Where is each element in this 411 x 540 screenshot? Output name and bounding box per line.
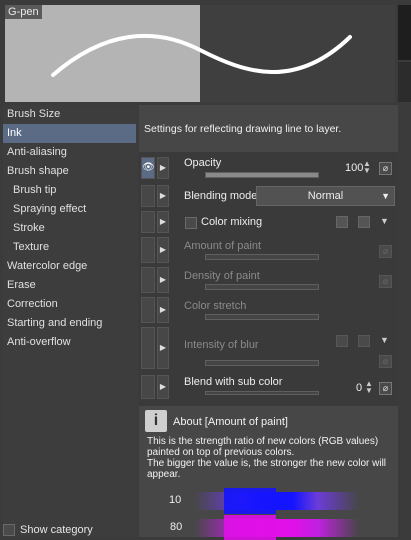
expand-icon[interactable]: ▶ — [157, 327, 169, 369]
toggle-slot[interactable] — [141, 327, 155, 369]
category-item[interactable]: Erase — [3, 276, 138, 295]
blending-mode-row: ▶ Blending mode Normal ▼ — [139, 185, 398, 209]
category-item[interactable]: Spraying effect — [3, 200, 138, 219]
color-stretch-row: ▶ Color stretch — [139, 297, 398, 325]
toggle-slot[interactable] — [141, 185, 155, 207]
category-item[interactable]: Brush Size — [3, 105, 138, 124]
chevron-down-icon[interactable]: ▼ — [380, 217, 389, 226]
expand-icon[interactable]: ▶ — [157, 297, 169, 323]
about-title: About [Amount of paint] — [173, 416, 288, 428]
expand-icon[interactable]: ▶ — [157, 237, 169, 263]
blend-spinner[interactable]: ▲ ▼ — [365, 380, 373, 395]
density-of-paint-label: Density of paint — [184, 270, 260, 282]
about-box: i About [Amount of paint] This is the st… — [139, 406, 398, 540]
blending-mode-label: Blending mode — [184, 190, 258, 202]
blending-mode-value: Normal — [307, 190, 344, 202]
category-list: Brush Size Ink Anti-aliasing Brush shape Bru… — [3, 105, 138, 537]
example-stroke — [194, 519, 359, 537]
example-new-color — [224, 515, 276, 540]
stroke-preview — [51, 34, 352, 77]
category-item[interactable]: Brush shape — [3, 162, 138, 181]
color-mixing-label: Color mixing — [201, 216, 263, 228]
blur-mode-icon[interactable] — [336, 335, 348, 347]
pressure-toggle-icon[interactable]: ⌀ — [379, 275, 392, 288]
example-value: 10 — [169, 494, 182, 506]
expand-icon[interactable]: ▶ — [157, 211, 169, 233]
category-item[interactable]: Correction — [3, 295, 138, 314]
blend-with-sub-color-row: ▶ Blend with sub color 0 ▲ ▼ ⌀ — [139, 373, 398, 401]
toggle-slot[interactable] — [141, 267, 155, 293]
expand-icon[interactable]: ▶ — [157, 375, 169, 399]
pressure-toggle-icon[interactable]: ⌀ — [379, 245, 392, 258]
blend-mode-icon[interactable] — [336, 216, 348, 228]
category-item[interactable]: Brush tip — [3, 181, 138, 200]
eye-icon[interactable]: 👁 — [141, 157, 155, 179]
show-category-checkbox[interactable] — [3, 524, 15, 536]
pressure-toggle-icon[interactable]: ⌀ — [379, 355, 392, 368]
intensity-of-blur-row: ▶ Intensity of blur ▼ ⌀ — [139, 327, 398, 371]
expand-icon[interactable]: ▶ — [157, 157, 169, 179]
pressure-toggle-icon[interactable]: ⌀ — [379, 162, 392, 175]
show-category-label: Show category — [20, 524, 93, 536]
opacity-row: 👁 ▶ Opacity 100 ▲ ▼ ⌀ — [139, 155, 398, 181]
amount-of-paint-slider[interactable] — [205, 254, 319, 260]
blend-with-sub-color-label: Blend with sub color — [184, 376, 283, 388]
brush-preview: G-pen — [5, 5, 395, 102]
density-of-paint-row: ▶ Density of paint ⌀ — [139, 267, 398, 295]
category-item[interactable]: Starting and ending — [3, 314, 138, 333]
blend-with-sub-color-slider[interactable] — [205, 391, 319, 395]
chevron-down-icon: ▼ — [381, 191, 390, 201]
category-item[interactable]: Texture — [3, 238, 138, 257]
amount-of-paint-row: ▶ Amount of paint ⌀ — [139, 237, 398, 265]
category-item[interactable]: Ink — [3, 124, 136, 143]
toggle-slot[interactable] — [141, 297, 155, 323]
color-stretch-label: Color stretch — [184, 300, 247, 312]
toggle-slot[interactable] — [141, 237, 155, 263]
category-item[interactable]: Stroke — [3, 219, 138, 238]
blending-mode-select[interactable]: Normal ▼ — [256, 186, 395, 206]
blend-with-sub-color-value[interactable]: 0 — [356, 382, 362, 394]
toggle-slot[interactable] — [141, 375, 155, 399]
show-category[interactable]: Show category — [3, 524, 93, 536]
opacity-value[interactable]: 100 — [345, 162, 363, 174]
intensity-of-blur-label: Intensity of blur — [184, 339, 259, 351]
panel-description: Settings for reflecting drawing line to … — [139, 105, 398, 152]
example-stroke — [194, 492, 359, 510]
chevron-down-icon[interactable]: ▼ — [380, 336, 389, 345]
side-strip-lower — [398, 62, 411, 102]
expand-icon[interactable]: ▶ — [157, 185, 169, 207]
category-item[interactable]: Anti-aliasing — [3, 143, 138, 162]
intensity-of-blur-slider[interactable] — [205, 360, 319, 366]
running-color-icon[interactable] — [358, 216, 370, 228]
expand-icon[interactable]: ▶ — [157, 267, 169, 293]
category-item[interactable]: Anti-overflow — [3, 333, 138, 352]
about-description: This is the strength ratio of new colors… — [147, 436, 387, 480]
info-icon: i — [145, 410, 167, 432]
toggle-slot[interactable] — [141, 211, 155, 233]
preview-title: G-pen — [5, 5, 42, 19]
color-mixing-row: ▶ Color mixing ▼ — [139, 211, 398, 235]
opacity-slider[interactable] — [205, 172, 319, 178]
amount-of-paint-label: Amount of paint — [184, 240, 262, 252]
side-strip — [398, 5, 411, 60]
category-item[interactable]: Watercolor edge — [3, 257, 138, 276]
settings-panel: Settings for reflecting drawing line to … — [139, 105, 398, 540]
opacity-label: Opacity — [184, 157, 222, 169]
pressure-toggle-icon[interactable]: ⌀ — [379, 382, 392, 395]
color-mixing-checkbox[interactable] — [185, 217, 197, 229]
blur-play-icon[interactable] — [358, 335, 370, 347]
example-value: 80 — [170, 521, 183, 533]
example-new-color — [224, 488, 276, 514]
density-of-paint-slider[interactable] — [205, 284, 319, 290]
color-stretch-slider[interactable] — [205, 314, 319, 320]
opacity-spinner[interactable]: ▲ ▼ — [363, 160, 371, 175]
